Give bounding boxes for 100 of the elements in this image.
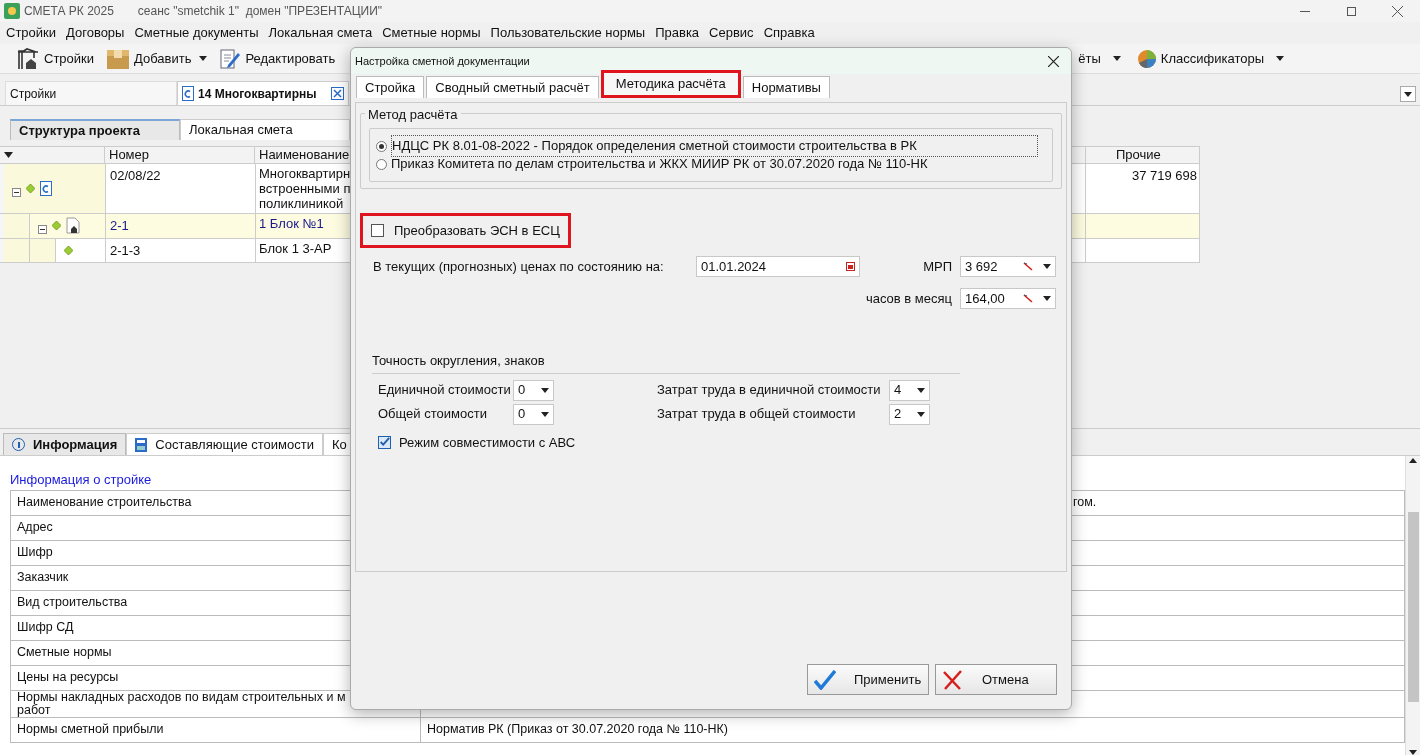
menu-item[interactable]: Сервис (705, 23, 758, 43)
info-label: Сметные нормы (17, 646, 112, 659)
pie-chart-icon (1136, 48, 1157, 69)
caret-icon (1112, 56, 1121, 61)
document-pen-icon (219, 47, 242, 70)
dialog-tab[interactable]: Нормативы (742, 76, 830, 98)
hours-combo[interactable]: 164,00 (960, 288, 1056, 309)
number-cell: 2-1 (105, 214, 255, 238)
menu-item[interactable]: Сметные нормы (378, 23, 485, 43)
apply-button[interactable]: Применить (807, 664, 929, 695)
field-label: Общей стоимости (378, 405, 488, 424)
radio-button[interactable] (376, 158, 387, 170)
tabs-dropdown-button[interactable] (1400, 86, 1416, 102)
toolbar-button[interactable]: Добавить (106, 47, 208, 70)
cross-icon (942, 669, 964, 690)
rounding-select[interactable]: 0 (513, 403, 554, 425)
box-icon (106, 47, 130, 70)
menu-item[interactable]: Правка (651, 23, 704, 43)
group-title: Точность округления, знаков (372, 353, 545, 368)
radio-button[interactable] (376, 140, 387, 152)
menu-item[interactable]: Справка (759, 23, 819, 43)
estimate-document-icon (40, 181, 52, 196)
dialog-title: Настройка сметной документации (355, 53, 530, 69)
caret-icon (1043, 296, 1051, 301)
cancel-button[interactable]: Отмена (935, 664, 1057, 695)
document-tab[interactable]: Стройки (5, 81, 177, 105)
checkbox-label[interactable]: Режим совместимости с АВС (399, 432, 576, 452)
rounding-select[interactable]: 4 (889, 379, 930, 401)
window-title: СМЕТА РК 2025 (24, 3, 114, 20)
name-cell-text: Блок 1 3-АР (259, 240, 333, 256)
document-tab[interactable]: 14 Многоквартирны (177, 81, 349, 105)
info-label: Адрес (17, 521, 53, 534)
radio-label[interactable]: Приказ Комитета по делам строительства и ЖКХ МИИР РК от 30.07.2020 года № 110-НК (391, 154, 928, 174)
info-label: Цены на ресурсы (17, 671, 119, 684)
column-header[interactable]: Прочие (1085, 147, 1200, 163)
panel-tab[interactable]: Составляющие стоимости (126, 433, 323, 455)
field-label: Единичной стоимости (378, 381, 512, 400)
view-tab[interactable]: Структура проекта (10, 119, 180, 140)
dialog-tab[interactable]: Сводный сметный расчёт (426, 76, 599, 98)
diamond-icon (64, 245, 73, 255)
toolbar-button[interactable]: Стройки (16, 47, 94, 70)
estimate-document-icon (182, 86, 194, 101)
view-tab[interactable]: Локальная смета (180, 119, 350, 140)
field-label: Затрат труда в единичной стоимости (656, 381, 882, 400)
collapse-icon[interactable] (38, 225, 47, 234)
rounding-select[interactable]: 0 (513, 379, 554, 401)
column-header[interactable]: Номер (105, 147, 255, 163)
info-value: гом. (1073, 494, 1097, 512)
menu-item[interactable]: Договоры (62, 23, 129, 43)
session-info: сеанс "smetchik 1" домен "ПРЕЗЕНТАЦИИ" (137, 3, 383, 20)
number-cell: 02/08/22 (105, 164, 255, 213)
caret-icon (199, 56, 208, 61)
scroll-down-icon[interactable] (1409, 750, 1417, 755)
info-label: Вид строительства (17, 596, 128, 609)
calendar-icon[interactable] (846, 262, 855, 271)
tab-close-icon[interactable] (331, 87, 344, 100)
number-cell: 2-1-3 (105, 238, 255, 262)
info-label: Шифр (17, 546, 53, 559)
field-label: В текущих (прогнозных) ценах по состоянию на: (373, 257, 665, 276)
section-link[interactable]: Информация о стройке (10, 472, 152, 487)
panel-tab[interactable]: Информация (3, 433, 127, 455)
checkbox[interactable] (371, 224, 384, 237)
scrollbar[interactable] (1405, 456, 1420, 755)
toolbar-button[interactable]: Классификаторы (1136, 48, 1284, 69)
dialog-tab[interactable]: Методика расчёта (600, 70, 741, 98)
close-icon[interactable] (1048, 55, 1059, 67)
column-header[interactable]: Наименование (255, 147, 350, 163)
column-menu-icon[interactable] (4, 152, 13, 158)
app-logo-icon (4, 3, 20, 19)
calculator-icon (135, 437, 148, 452)
rounding-select[interactable]: 2 (889, 403, 930, 425)
mrp-combo[interactable]: 3 692 (960, 256, 1056, 277)
crane-icon (16, 47, 40, 70)
date-field[interactable]: 01.01.2024 (696, 256, 860, 277)
house-document-icon (66, 217, 80, 235)
toolbar-button[interactable]: Редактировать (219, 47, 336, 70)
info-value: Норматив РК (Приказ от 30.07.2020 года № 110-НК) (427, 721, 728, 739)
caret-icon (541, 411, 549, 417)
toolbar-button[interactable]: ёты (1078, 48, 1121, 69)
menu-item[interactable]: Локальная смета (264, 23, 377, 43)
caret-icon (1404, 91, 1412, 97)
caret-icon (1276, 56, 1284, 61)
caret-icon (917, 387, 925, 393)
menu-item[interactable]: Сметные документы (130, 23, 263, 43)
scroll-up-icon[interactable] (1409, 458, 1417, 463)
info-label: Шифр СД (17, 621, 74, 634)
diamond-icon (52, 221, 61, 231)
field-label: Затрат труда в общей стоимости (656, 405, 857, 424)
dialog-tab[interactable]: Стройка (356, 76, 425, 98)
caret-icon (917, 411, 925, 417)
field-label: часов в месяц (865, 289, 952, 308)
checkbox[interactable] (378, 435, 391, 449)
checkbox-row[interactable]: Преобразовать ЭСН в ЕСЦ (360, 213, 571, 248)
name-cell-text: 1 Блок №1 (259, 216, 325, 231)
diamond-icon (26, 184, 35, 193)
pen-icon (1023, 261, 1035, 272)
radio-label[interactable]: НДЦС РК 8.01-08-2022 - Порядок определения сметной стоимости строительства в РК (391, 135, 1038, 157)
collapse-icon[interactable] (12, 187, 21, 197)
menu-item[interactable]: Пользовательские нормы (486, 23, 650, 43)
menu-item[interactable]: Стройки (2, 23, 60, 43)
